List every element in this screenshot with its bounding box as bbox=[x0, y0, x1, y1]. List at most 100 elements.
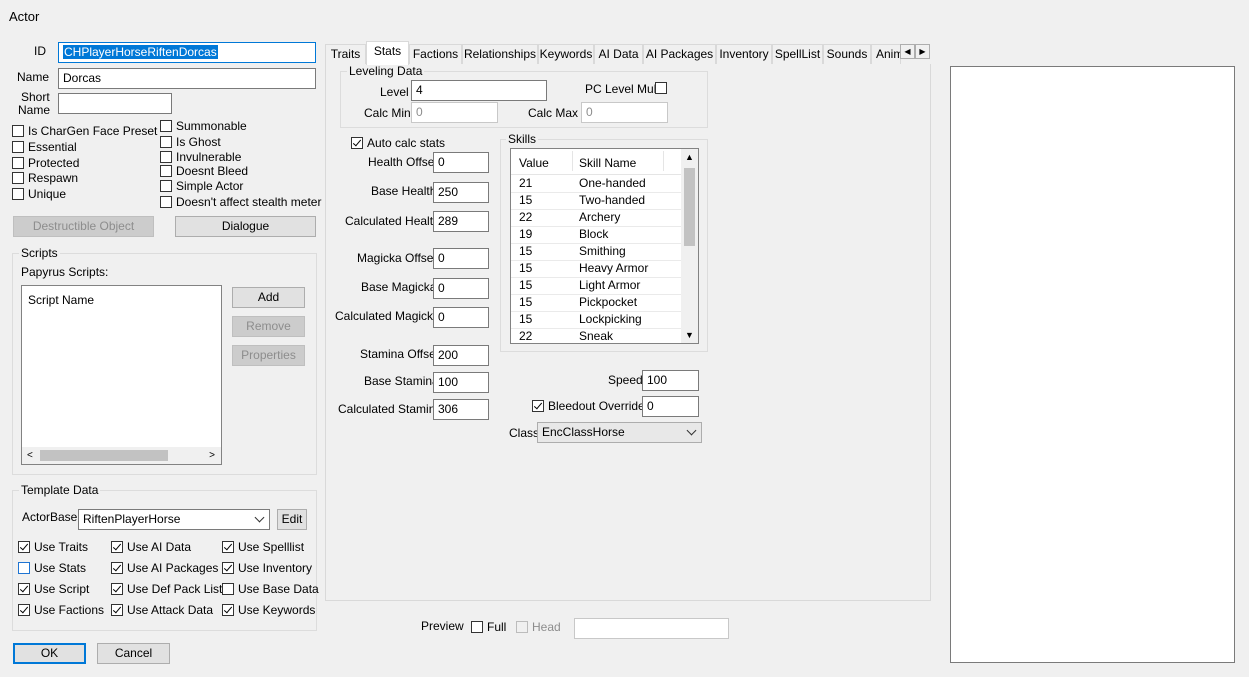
speed-label: Speed bbox=[608, 373, 643, 387]
pc-level-mult-checkbox[interactable] bbox=[655, 82, 667, 94]
preview-pane[interactable] bbox=[950, 66, 1235, 663]
preview-head-checkbox[interactable] bbox=[516, 621, 528, 633]
respawn-checkbox[interactable] bbox=[12, 172, 24, 184]
name-field[interactable]: Dorcas bbox=[58, 68, 316, 89]
magicka-offset-field[interactable]: 0 bbox=[433, 248, 489, 269]
use-def-pack-list-checkbox[interactable] bbox=[111, 583, 123, 595]
id-field-value: CHPlayerHorseRiftenDorcas bbox=[63, 45, 218, 59]
use-stats-checkbox[interactable] bbox=[18, 562, 30, 574]
skill-row[interactable]: 22 Archery bbox=[511, 209, 681, 227]
skill-row[interactable]: 19 Block bbox=[511, 226, 681, 244]
skill-row[interactable]: 15 Two-handed bbox=[511, 192, 681, 210]
tab-ai-data[interactable]: AI Data bbox=[594, 44, 643, 64]
use-factions-checkbox[interactable] bbox=[18, 604, 30, 616]
tab-factions[interactable]: Factions bbox=[409, 44, 462, 64]
calc-min-label: Calc Min bbox=[364, 106, 411, 120]
tab-anim[interactable]: Anim bbox=[871, 44, 901, 64]
essential-checkbox[interactable] bbox=[12, 141, 24, 153]
preview-field[interactable] bbox=[574, 618, 729, 639]
tab-stats[interactable]: Stats bbox=[366, 41, 409, 65]
use-traits-checkbox[interactable] bbox=[18, 541, 30, 553]
remove-script-button[interactable]: Remove bbox=[232, 316, 305, 337]
tab-ai-packages[interactable]: AI Packages bbox=[643, 44, 716, 64]
summonable-checkbox[interactable] bbox=[160, 120, 172, 132]
short-name-field[interactable] bbox=[58, 93, 172, 114]
use-keywords-checkbox[interactable] bbox=[222, 604, 234, 616]
invulnerable-checkbox[interactable] bbox=[160, 151, 172, 163]
actorbase-select[interactable]: RiftenPlayerHorse bbox=[78, 509, 270, 530]
calculated-stamina-field[interactable]: 306 bbox=[433, 399, 489, 420]
doesnt-affect-stealth-checkbox[interactable] bbox=[160, 196, 172, 208]
scroll-up-icon[interactable]: ▲ bbox=[685, 152, 694, 162]
tab-scroll-right-icon[interactable]: ▶ bbox=[915, 44, 930, 59]
health-offset-label: Health Offset bbox=[368, 155, 438, 169]
is-ghost-checkbox[interactable] bbox=[160, 136, 172, 148]
doesnt-bleed-label: Doesnt Bleed bbox=[176, 164, 249, 178]
class-select[interactable]: EncClassHorse bbox=[537, 422, 702, 443]
use-base-data-checkbox[interactable] bbox=[222, 583, 234, 595]
scripts-list[interactable]: Script Name < > bbox=[21, 285, 222, 465]
calculated-magicka-field[interactable]: 0 bbox=[433, 307, 489, 328]
skill-row[interactable]: 21 One-handed bbox=[511, 175, 681, 193]
bleedout-override-checkbox[interactable] bbox=[532, 400, 544, 412]
stamina-offset-field[interactable]: 200 bbox=[433, 345, 489, 366]
base-health-field[interactable]: 250 bbox=[433, 182, 489, 203]
tab-keywords[interactable]: Keywords bbox=[538, 44, 594, 64]
tab-spelllist[interactable]: SpellList bbox=[772, 44, 823, 64]
bleedout-override-field[interactable]: 0 bbox=[642, 396, 699, 417]
skills-value-header[interactable]: Value bbox=[519, 156, 549, 170]
skill-row[interactable]: 22 Sneak bbox=[511, 328, 681, 343]
use-script-checkbox[interactable] bbox=[18, 583, 30, 595]
skill-row[interactable]: 15 Lockpicking bbox=[511, 311, 681, 329]
base-magicka-field[interactable]: 0 bbox=[433, 278, 489, 299]
id-field[interactable]: CHPlayerHorseRiftenDorcas bbox=[58, 42, 316, 63]
calculated-health-field[interactable]: 289 bbox=[433, 211, 489, 232]
scrollbar-thumb[interactable] bbox=[40, 450, 168, 461]
use-attack-data-checkbox[interactable] bbox=[111, 604, 123, 616]
is-chargen-face-preset-checkbox[interactable] bbox=[12, 125, 24, 137]
scroll-left-icon[interactable]: < bbox=[27, 450, 33, 461]
calc-min-field[interactable]: 0 bbox=[411, 102, 498, 123]
protected-checkbox[interactable] bbox=[12, 157, 24, 169]
tab-traits[interactable]: Traits bbox=[325, 44, 366, 64]
cancel-button[interactable]: Cancel bbox=[97, 643, 170, 664]
tab-sounds[interactable]: Sounds bbox=[823, 44, 871, 64]
papyrus-scripts-label: Papyrus Scripts: bbox=[21, 265, 109, 279]
scripts-hscrollbar[interactable]: < > bbox=[22, 447, 221, 464]
chevron-down-icon bbox=[686, 425, 697, 436]
skill-row[interactable]: 15 Light Armor bbox=[511, 277, 681, 295]
simple-actor-checkbox[interactable] bbox=[160, 180, 172, 192]
ok-button[interactable]: OK bbox=[13, 643, 86, 664]
scroll-down-icon[interactable]: ▼ bbox=[685, 330, 694, 340]
tab-scroll-left-icon[interactable]: ◀ bbox=[900, 44, 915, 59]
use-ai-data-checkbox[interactable] bbox=[111, 541, 123, 553]
skill-row[interactable]: 15 Pickpocket bbox=[511, 294, 681, 312]
script-properties-button[interactable]: Properties bbox=[232, 345, 305, 366]
calc-max-field[interactable]: 0 bbox=[581, 102, 668, 123]
doesnt-bleed-checkbox[interactable] bbox=[160, 165, 172, 177]
skills-scrollbar-thumb[interactable] bbox=[684, 168, 695, 246]
health-offset-field[interactable]: 0 bbox=[433, 152, 489, 173]
use-ai-packages-checkbox[interactable] bbox=[111, 562, 123, 574]
tab-relationships[interactable]: Relationships bbox=[462, 44, 538, 64]
level-field[interactable]: 4 bbox=[411, 80, 547, 101]
use-inventory-checkbox[interactable] bbox=[222, 562, 234, 574]
actorbase-label: ActorBase bbox=[22, 510, 78, 524]
tab-inventory[interactable]: Inventory bbox=[716, 44, 772, 64]
add-script-button[interactable]: Add bbox=[232, 287, 305, 308]
preview-full-checkbox[interactable] bbox=[471, 621, 483, 633]
unique-checkbox[interactable] bbox=[12, 188, 24, 200]
actorbase-edit-button[interactable]: Edit bbox=[277, 509, 307, 530]
use-spelllist-checkbox[interactable] bbox=[222, 541, 234, 553]
skills-vscrollbar[interactable]: ▲ ▼ bbox=[681, 149, 698, 343]
auto-calc-stats-checkbox[interactable] bbox=[351, 137, 363, 149]
skills-name-header[interactable]: Skill Name bbox=[579, 156, 636, 170]
skill-row[interactable]: 15 Heavy Armor bbox=[511, 260, 681, 278]
skills-list[interactable]: Value Skill Name 21 One-handed 15 Two-hand… bbox=[510, 148, 699, 344]
speed-field[interactable]: 100 bbox=[642, 370, 699, 391]
base-stamina-field[interactable]: 100 bbox=[433, 372, 489, 393]
skill-row[interactable]: 15 Smithing bbox=[511, 243, 681, 261]
scroll-right-icon[interactable]: > bbox=[209, 450, 215, 461]
destructible-object-button[interactable]: Destructible Object bbox=[13, 216, 154, 237]
dialogue-button[interactable]: Dialogue bbox=[175, 216, 316, 237]
